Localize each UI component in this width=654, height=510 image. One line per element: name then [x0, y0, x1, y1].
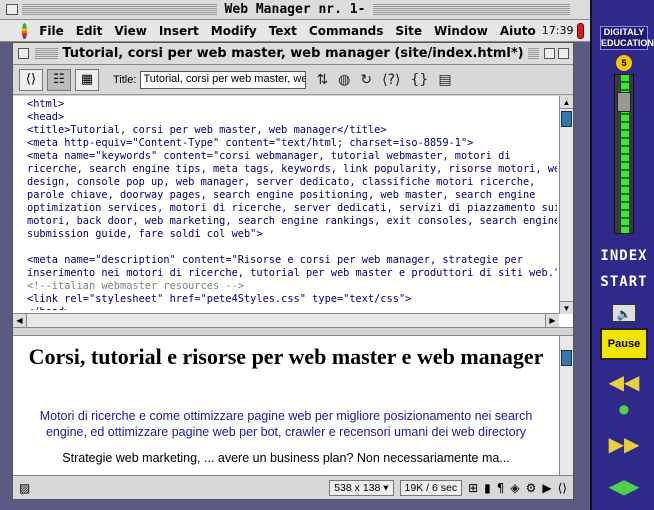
scroll-up-arrow[interactable]: ▲	[560, 96, 573, 109]
tag-selector-icon[interactable]: ▨	[19, 481, 30, 495]
code-line: design, console pop up, web manager, ser…	[27, 176, 536, 188]
progress-slider-knob[interactable]	[617, 92, 631, 112]
document-window: Tutorial, corsi per web master, web mana…	[12, 42, 574, 500]
menu-aiuto[interactable]: Aiuto	[494, 24, 542, 38]
menu-text[interactable]: Text	[263, 24, 303, 38]
code-editor[interactable]: <html> <head> <title>Tutorial, corsi per w…	[27, 98, 557, 310]
design-view-icon: ▦	[80, 72, 94, 87]
code-view-icon: ⟨⟩	[25, 72, 37, 87]
code-line: <html>	[27, 98, 65, 110]
download-size-field: 19K / 6 sec	[399, 479, 463, 496]
status-bar: ▨ 538 x 138 ▾ 19K / 6 sec ⊞ ▮ ¶ ◈ ⚙ ▶ ⟨⟩	[13, 475, 573, 499]
forward-icon[interactable]: ▶▶	[592, 432, 654, 456]
preview-browser-icon[interactable]: ◍	[338, 72, 350, 88]
code-line: submission guide, fare soldi col web">	[27, 228, 263, 240]
code-line: <title>Tutorial, corsi per web master, w…	[27, 124, 387, 136]
code-line: parole chiave, doorway pages, search eng…	[27, 189, 536, 201]
code-line: optimization services, motori di ricerch…	[27, 202, 557, 214]
code-horizontal-scrollbar[interactable]: ◀ ▶	[13, 313, 559, 327]
timeline-icon[interactable]: ▶	[542, 481, 551, 495]
menu-file[interactable]: File	[33, 24, 70, 38]
code-line: ricerche, search engine tips, meta tags,…	[27, 163, 557, 175]
window-size-selector[interactable]: 538 x 138 ▾	[329, 479, 394, 496]
title-label: Title:	[113, 73, 137, 86]
code-line: <meta http-equiv="Content-Type" content=…	[27, 137, 474, 149]
digitaly-logo: DIGITALY EDUCATIONAL	[600, 26, 654, 50]
code-navigation-icon[interactable]: {}	[410, 72, 428, 88]
doc-collapse-box[interactable]	[558, 48, 569, 59]
site-icon[interactable]: ⊞	[468, 481, 478, 495]
progress-slider[interactable]	[614, 74, 634, 234]
scroll-right-arrow[interactable]: ▶	[545, 314, 559, 327]
speaker-icon[interactable]: 🔈	[612, 304, 636, 322]
code-line: <link rel="stylesheet" href="pete4Styles…	[27, 293, 412, 305]
document-title-bar[interactable]: Tutorial, corsi per web master, web mana…	[13, 43, 573, 65]
preview-scroll-thumb[interactable]	[561, 350, 572, 366]
code-line: <meta name="description" content="Risors…	[27, 254, 523, 266]
app-title: Web Manager nr. 1-	[216, 2, 374, 17]
menu-commands[interactable]: Commands	[303, 24, 389, 38]
lesson-number-badge: 5	[616, 55, 632, 71]
rewind-icon[interactable]: ◀◀	[592, 370, 654, 394]
code-line: <meta name="keywords" content="corsi web…	[27, 150, 511, 162]
menu-insert[interactable]: Insert	[153, 24, 205, 38]
code-inspector-icon[interactable]: ⟨⟩	[558, 481, 567, 495]
code-line: </head>	[27, 306, 557, 310]
title-input[interactable]: Tutorial, corsi per web master, web mana…	[140, 70, 307, 89]
design-view-button[interactable]: ▦	[75, 68, 99, 91]
code-line: inserimento nei motori di ricerche, tuto…	[27, 267, 557, 279]
code-view-button[interactable]: ⟨⟩	[19, 68, 43, 91]
course-control-strip: DIGITALY EDUCATIONAL 5 INDEX START 🔈 Pau…	[590, 0, 654, 510]
app-title-bar[interactable]: Web Manager nr. 1-	[0, 0, 590, 20]
preview-vertical-scrollbar[interactable]	[559, 336, 573, 476]
menu-bar: File Edit View Insert Modify Text Comman…	[0, 20, 590, 42]
split-view-button[interactable]: ☷	[47, 68, 71, 91]
code-pane[interactable]: <html> <head> <title>Tutorial, corsi per w…	[13, 96, 573, 328]
apple-menu-icon[interactable]	[22, 22, 28, 39]
code-vertical-scrollbar[interactable]: ▲ ▼	[559, 96, 573, 314]
scroll-down-arrow[interactable]: ▼	[560, 301, 573, 314]
code-scroll-thumb[interactable]	[561, 111, 572, 127]
menu-view[interactable]: View	[108, 24, 152, 38]
status-dot-icon: ●	[618, 402, 630, 416]
code-line: motori, back door, web marketing, search…	[27, 215, 557, 227]
menu-site[interactable]: Site	[389, 24, 428, 38]
index-link[interactable]: INDEX	[592, 248, 654, 264]
menu-edit[interactable]: Edit	[70, 24, 109, 38]
reference-icon[interactable]: ⟨?⟩	[382, 72, 400, 88]
refresh-icon[interactable]: ↻	[360, 72, 372, 88]
scroll-left-arrow[interactable]: ◀	[13, 314, 27, 327]
pause-button[interactable]: Pause	[600, 328, 648, 360]
code-line: <!--italian webmaster resources -->	[27, 280, 244, 292]
design-preview-pane[interactable]: Corsi, tutorial e risorse per web master…	[13, 335, 573, 476]
menu-modify[interactable]: Modify	[205, 24, 263, 38]
menu-window[interactable]: Window	[428, 24, 494, 38]
file-management-icon[interactable]: ⇅	[316, 72, 328, 88]
code-line: <head>	[27, 111, 65, 123]
document-toolbar: ⟨⟩ ☷ ▦ Title: Tutorial, corsi per web ma…	[13, 65, 573, 95]
preview-paragraph-2: Strategie web marketing, ... avere un bu…	[62, 451, 510, 465]
view-options-icon[interactable]: ▤	[438, 72, 451, 88]
css-styles-icon[interactable]: ¶	[497, 481, 505, 495]
split-view-icon: ☷	[53, 72, 65, 87]
menu-clock: 17:39	[541, 24, 574, 37]
history-icon[interactable]: ⚙	[526, 481, 537, 495]
preview-heading: Corsi, tutorial e risorse per web master…	[28, 344, 544, 369]
document-title: Tutorial, corsi per web master, web mana…	[58, 46, 528, 61]
preview-paragraph-1: Motori di ricerche e come ottimizzare pa…	[39, 409, 533, 439]
doc-zoom-box[interactable]	[544, 48, 555, 59]
navigation-arrows-icon[interactable]: ◀▶	[592, 474, 654, 498]
behaviors-icon[interactable]: ◈	[510, 481, 519, 495]
application-menu-icon[interactable]	[577, 22, 584, 39]
assets-icon[interactable]: ▮	[484, 481, 491, 495]
start-link[interactable]: START	[592, 274, 654, 290]
